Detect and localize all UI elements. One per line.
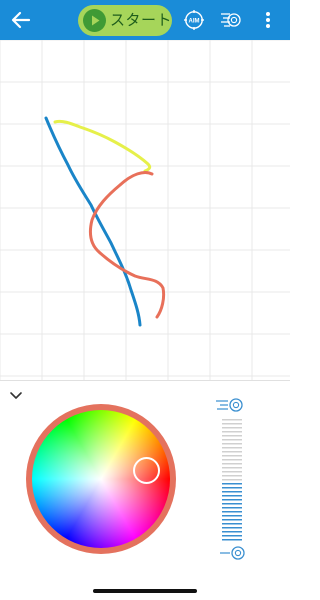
speed-slider-segment xyxy=(222,443,242,445)
speed-slider-segment xyxy=(222,511,242,513)
more-vertical-icon[interactable] xyxy=(258,9,278,31)
start-label: スタート xyxy=(110,11,173,29)
speed-slider-segment xyxy=(222,487,242,489)
speed-slider-segment xyxy=(222,483,242,485)
speed-slider-segment xyxy=(222,479,242,481)
speed-slider[interactable] xyxy=(221,418,243,542)
speed-slider-segment xyxy=(222,423,242,425)
speed-slider-segment xyxy=(222,535,242,537)
speed-slider-segment xyxy=(222,495,242,497)
speed-slider-segment xyxy=(222,531,242,533)
color-picker-handle[interactable] xyxy=(133,457,160,484)
drawn-path-orange xyxy=(89,170,166,319)
canvas-grid xyxy=(0,40,290,380)
speed-slider-segment xyxy=(222,455,242,457)
speed-slider-segment xyxy=(222,435,242,437)
speed-slider-segment xyxy=(222,467,242,469)
speed-slider-segment xyxy=(222,539,242,541)
start-button[interactable]: スタート xyxy=(78,5,172,36)
speed-slider-segment xyxy=(222,527,242,529)
speed-slider-segment xyxy=(222,439,242,441)
speed-slider-segment xyxy=(222,519,242,521)
speed-slider-segment xyxy=(222,447,242,449)
speed-slider-segment xyxy=(222,431,242,433)
speed-slider-segment xyxy=(222,503,242,505)
speed-slider-segment xyxy=(222,499,242,501)
speed-slider-segment xyxy=(222,471,242,473)
drawing-canvas[interactable] xyxy=(0,40,290,380)
aim-icon[interactable]: AIM xyxy=(184,10,204,30)
speed-slider-segment xyxy=(222,515,242,517)
speed-slider-segment xyxy=(222,459,242,461)
speed-slider-segment xyxy=(222,507,242,509)
home-indicator xyxy=(93,589,197,593)
top-toolbar: スタート AIM xyxy=(0,0,290,40)
speed-fast-icon xyxy=(216,398,243,412)
play-icon xyxy=(83,9,106,32)
speed-slider-segment xyxy=(222,451,242,453)
speed-slider-segment xyxy=(222,491,242,493)
speed-slider-segment xyxy=(222,523,242,525)
speed-slider-segment xyxy=(222,427,242,429)
chevron-down-icon[interactable] xyxy=(8,389,24,403)
drawn-path-yellow xyxy=(53,119,152,173)
back-arrow-icon[interactable] xyxy=(9,8,33,32)
aim-label: AIM xyxy=(189,18,200,24)
speed-slow-icon xyxy=(220,546,245,560)
speed-icon[interactable] xyxy=(220,10,241,30)
speed-slider-segment xyxy=(222,475,242,477)
speed-slider-segment xyxy=(222,463,242,465)
speed-slider-segment xyxy=(222,419,242,421)
